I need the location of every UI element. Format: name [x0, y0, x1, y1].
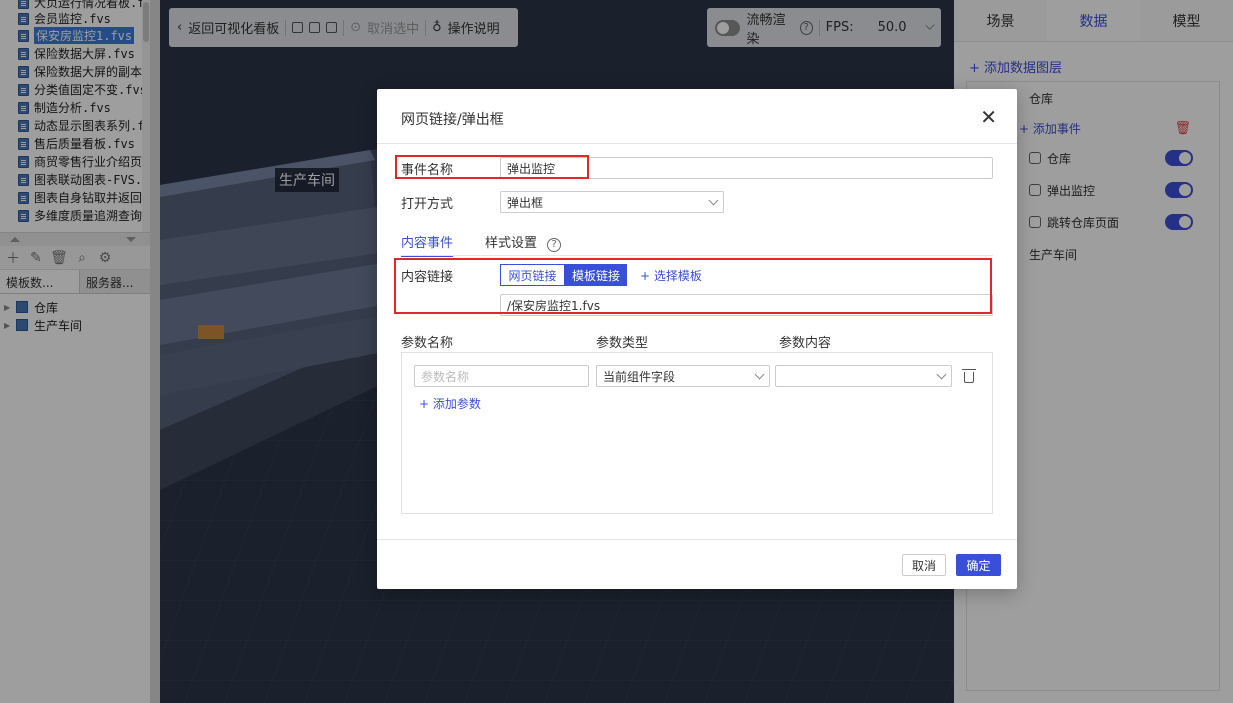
- chevron-down-icon: [936, 369, 947, 379]
- close-icon[interactable]: ✕: [980, 105, 997, 129]
- confirm-button[interactable]: 确定: [956, 554, 1001, 576]
- param-name-header: 参数名称: [401, 336, 454, 351]
- open-mode-label: 打开方式: [401, 197, 454, 212]
- dialog-tabs: 内容事件 样式设置 ?: [401, 232, 562, 257]
- param-content-header: 参数内容: [779, 336, 832, 351]
- open-mode-select[interactable]: 弹出框: [500, 191, 724, 213]
- highlight-box: [395, 155, 589, 179]
- chevron-down-icon: [754, 369, 765, 379]
- link-popup-dialog: 网页链接/弹出框 ✕ 事件名称 弹出监控 打开方式 弹出框 内容事件 样式设置 …: [377, 89, 1017, 589]
- dialog-title: 网页链接/弹出框: [401, 112, 504, 128]
- tab-content-event[interactable]: 内容事件: [401, 232, 454, 257]
- param-name-input[interactable]: 参数名称: [414, 365, 589, 387]
- open-mode-value: 弹出框: [507, 195, 544, 210]
- cancel-button[interactable]: 取消: [902, 554, 946, 576]
- delete-param-icon[interactable]: [962, 369, 976, 383]
- add-param-button[interactable]: + 添加参数: [419, 395, 481, 412]
- param-type-header: 参数类型: [596, 336, 649, 351]
- highlight-box: [394, 258, 992, 314]
- question-icon[interactable]: ?: [547, 237, 562, 252]
- chevron-down-icon: [708, 195, 719, 205]
- param-content-select[interactable]: [775, 365, 952, 387]
- param-type-select[interactable]: 当前组件字段: [596, 365, 770, 387]
- param-type-value: 当前组件字段: [603, 369, 676, 384]
- tab-style-settings[interactable]: 样式设置 ?: [485, 232, 562, 257]
